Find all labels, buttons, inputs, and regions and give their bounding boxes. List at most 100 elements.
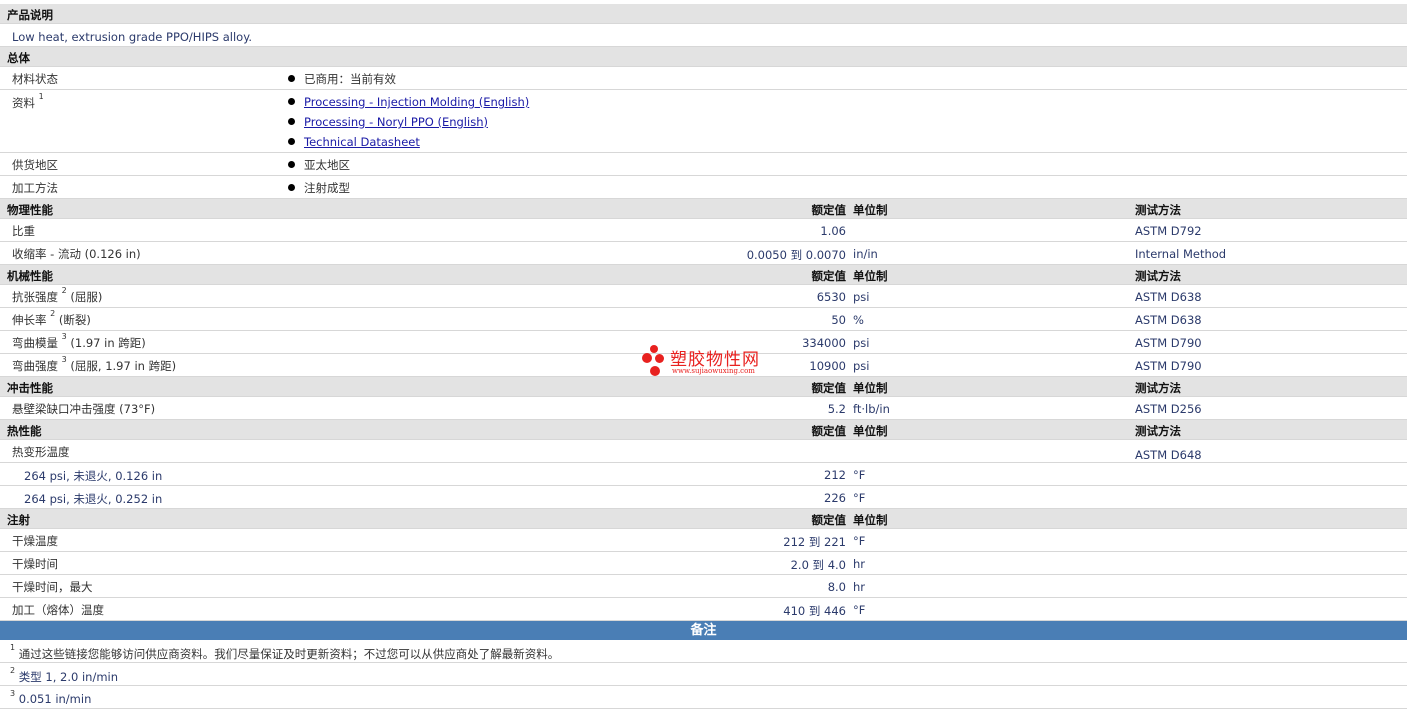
property-row: 热变形温度 ASTM D648: [0, 440, 1407, 463]
row-label: 资料 1: [12, 92, 44, 111]
status-bullet: 已商用：当前有效: [288, 71, 396, 87]
property-value: 2.0 到 4.0: [790, 558, 846, 572]
bullet-icon: [288, 75, 295, 82]
column-header-unit: 单位制: [853, 381, 888, 395]
property-value: 6530: [816, 290, 846, 304]
property-label: 伸长率 2 (断裂): [12, 309, 91, 328]
section-title: 总体: [7, 51, 30, 65]
doc-link-noryl-ppo[interactable]: Processing - Noryl PPO (English): [304, 115, 488, 129]
footnote-ref: 2: [10, 666, 16, 675]
description-text: Low heat, extrusion grade PPO/HIPS alloy…: [12, 30, 253, 44]
property-value: 0.0050 到 0.0070: [746, 248, 846, 262]
column-header-nominal: 额定值: [811, 269, 847, 283]
note-item: 1 通过这些链接您能够访问供应商资料。我们尽量保证及时更新资料；不过您可以从供应…: [0, 640, 1407, 663]
notes-header: 备注: [0, 621, 1407, 640]
property-value: 5.2: [827, 402, 846, 416]
footnote-ref: 3: [61, 332, 67, 341]
column-header-test: 测试方法: [1135, 381, 1181, 395]
column-header-unit: 单位制: [853, 513, 888, 527]
label-suffix: (屈服): [66, 290, 103, 304]
property-row: 比重 1.06 ASTM D792: [0, 219, 1407, 242]
watermark-url: www.sujiaowuxing.com: [672, 367, 755, 375]
property-unit: °F: [853, 534, 866, 548]
column-header-unit: 单位制: [853, 203, 888, 217]
section-title: 机械性能: [7, 269, 53, 283]
property-unit: ft·lb/in: [853, 402, 890, 416]
note-text: 1 通过这些链接您能够访问供应商资料。我们尽量保证及时更新资料；不过您可以从供应…: [10, 643, 560, 662]
property-value: 410 到 446: [783, 604, 846, 618]
property-value: 1.06: [820, 224, 846, 238]
property-row: 干燥时间，最大 8.0 hr: [0, 575, 1407, 598]
property-label: 抗张强度 2 (屈服): [12, 286, 103, 305]
property-row: 干燥时间 2.0 到 4.0 hr: [0, 552, 1407, 575]
property-label: 干燥温度: [12, 534, 58, 548]
property-unit: psi: [853, 336, 870, 350]
logo-dot: [642, 353, 652, 363]
label-text: 弯曲强度: [12, 359, 58, 373]
test-method: Internal Method: [1135, 247, 1227, 261]
property-value: 334000: [802, 336, 846, 350]
footnote-ref: 3: [61, 355, 67, 364]
property-row: 264 psi, 未退火, 0.126 in 212 °F: [0, 463, 1407, 486]
property-value: 50: [831, 313, 846, 327]
label-text: 伸长率: [12, 313, 47, 327]
property-row: 悬壁梁缺口冲击强度 (73°F) 5.2 ft·lb/in ASTM D256: [0, 397, 1407, 420]
property-label: 干燥时间: [12, 557, 58, 571]
note-body: 通过这些链接您能够访问供应商资料。我们尽量保证及时更新资料；不过您可以从供应商处…: [18, 647, 560, 661]
property-row: 收缩率 - 流动 (0.126 in) 0.0050 到 0.0070 in/i…: [0, 242, 1407, 265]
doc-link-injection-molding[interactable]: Processing - Injection Molding (English): [304, 95, 529, 109]
row-label: 材料状态: [12, 72, 58, 86]
note-body: 0.051 in/min: [18, 692, 92, 706]
column-header-unit: 单位制: [853, 269, 888, 283]
note-text: 3 0.051 in/min: [10, 689, 92, 706]
method-value: 注射成型: [304, 181, 350, 195]
label-suffix: (1.97 in 跨距): [66, 336, 146, 350]
bullet-icon: [288, 98, 295, 105]
logo-dot: [655, 354, 664, 363]
property-row: 干燥温度 212 到 221 °F: [0, 529, 1407, 552]
column-header-nominal: 额定值: [811, 203, 847, 217]
section-title: 注射: [7, 513, 30, 527]
label-text: 抗张强度: [12, 290, 58, 304]
bullet-icon: [288, 118, 295, 125]
watermark-logo: 塑胶物性网 www.sujiaowuxing.com: [642, 345, 772, 379]
test-method: ASTM D638: [1135, 313, 1202, 327]
section-title: 冲击性能: [7, 381, 53, 395]
test-method: ASTM D638: [1135, 290, 1202, 304]
bullet-icon: [288, 184, 295, 191]
note-body: 类型 1, 2.0 in/min: [18, 670, 119, 684]
logo-dot: [650, 366, 660, 376]
label-text: 弯曲模量: [12, 336, 58, 350]
column-header-test: 测试方法: [1135, 424, 1181, 438]
note-text: 2 类型 1, 2.0 in/min: [10, 666, 119, 685]
column-header-unit: 单位制: [853, 424, 888, 438]
column-header-test: 测试方法: [1135, 269, 1181, 283]
property-row: 伸长率 2 (断裂) 50 % ASTM D638: [0, 308, 1407, 331]
status-value: 已商用：当前有效: [304, 72, 396, 86]
section-header-general: 总体: [0, 47, 1407, 67]
test-method: ASTM D256: [1135, 402, 1202, 416]
section-title: 物理性能: [7, 203, 53, 217]
test-method: ASTM D790: [1135, 359, 1202, 373]
section-header-mechanical: 机械性能 额定值 单位制 测试方法: [0, 265, 1407, 285]
property-unit: psi: [853, 359, 870, 373]
property-unit: %: [853, 313, 864, 327]
property-value: 212 到 221: [783, 535, 846, 549]
section-header-impact: 冲击性能 额定值 单位制 测试方法: [0, 377, 1407, 397]
bullet-icon: [288, 138, 295, 145]
column-header-test: 测试方法: [1135, 203, 1181, 217]
section-header-physical: 物理性能 额定值 单位制 测试方法: [0, 199, 1407, 219]
footnote-ref: 2: [61, 286, 67, 295]
section-title: 产品说明: [7, 8, 53, 22]
doc-link-technical-datasheet[interactable]: Technical Datasheet: [304, 135, 420, 149]
row-label: 供货地区: [12, 158, 58, 172]
general-row-status: 材料状态 已商用：当前有效: [0, 67, 1407, 90]
label-suffix: (断裂): [55, 313, 91, 327]
property-unit: °F: [853, 468, 866, 482]
property-label: 弯曲模量 3 (1.97 in 跨距): [12, 332, 146, 351]
note-item: 3 0.051 in/min: [0, 686, 1407, 709]
label-suffix: (屈服, 1.97 in 跨距): [66, 359, 177, 373]
property-label: 264 psi, 未退火, 0.126 in: [24, 469, 163, 483]
footnote-ref: 1: [38, 92, 44, 101]
property-label: 弯曲强度 3 (屈服, 1.97 in 跨距): [12, 355, 177, 374]
